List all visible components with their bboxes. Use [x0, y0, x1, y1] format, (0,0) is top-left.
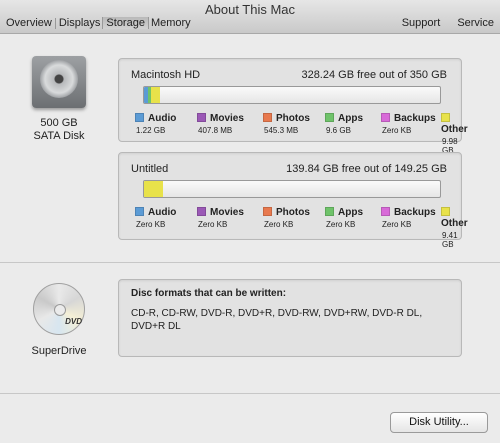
- legend-item-audio: Audio Zero KB: [135, 207, 176, 229]
- legend-size: Zero KB: [264, 220, 294, 229]
- dvd-logo: DVD: [65, 317, 82, 326]
- legend-size: Zero KB: [382, 220, 412, 229]
- legend-swatch: [441, 207, 450, 216]
- legend-label: Other: [441, 218, 468, 229]
- legend-item-audio: Audio 1.22 GB: [135, 113, 176, 135]
- tab-displays[interactable]: Displays: [57, 17, 103, 29]
- legend-label: Audio: [148, 113, 177, 124]
- legend-item-backups: Backups Zero KB: [381, 113, 436, 135]
- legend-size: 545.3 MB: [264, 126, 299, 135]
- storage-bar: [143, 180, 441, 198]
- volume-free-space: 328.24 GB free out of 350 GB: [301, 69, 447, 81]
- disc-formats-title: Disc formats that can be written:: [131, 288, 287, 299]
- superdrive-info: DVD SuperDrive: [24, 283, 94, 358]
- storage-bar: [143, 86, 441, 104]
- legend-label: Apps: [338, 113, 363, 124]
- volume-free-space: 139.84 GB free out of 149.25 GB: [286, 163, 447, 175]
- legend-label: Photos: [276, 207, 310, 218]
- volume-panel-macintosh-hd: Macintosh HD 328.24 GB free out of 350 G…: [118, 58, 468, 155]
- legend-swatch: [381, 207, 390, 216]
- legend-label: Backups: [394, 113, 436, 124]
- legend-label: Movies: [210, 207, 244, 218]
- legend-size: Zero KB: [198, 220, 228, 229]
- legend-swatch: [381, 113, 390, 122]
- disk-size: 500 GB: [40, 117, 78, 129]
- legend-swatch: [263, 207, 272, 216]
- legend-swatch: [441, 113, 450, 122]
- legend-item-backups: Backups Zero KB: [381, 207, 436, 229]
- legend-item-other: Other 9.41 GB: [441, 207, 468, 249]
- legend-label: Apps: [338, 207, 363, 218]
- legend-swatch: [135, 113, 144, 122]
- volume-name: Untitled: [131, 163, 169, 175]
- legend-label: Audio: [148, 207, 177, 218]
- hard-disk-icon: [32, 56, 86, 108]
- dvd-disc-icon: DVD: [33, 283, 85, 335]
- legend-swatch: [263, 113, 272, 122]
- legend-swatch: [325, 207, 334, 216]
- tab-overview[interactable]: Overview: [4, 17, 54, 29]
- legend-item-other: Other 9.98 GB: [441, 113, 468, 155]
- hard-disk-info: 500 GB SATA Disk: [24, 56, 94, 143]
- legend-size: Zero KB: [136, 220, 166, 229]
- section-divider: [0, 262, 500, 263]
- legend-size: 1.22 GB: [136, 126, 166, 135]
- legend-swatch: [135, 207, 144, 216]
- bar-segment-other: [151, 87, 160, 103]
- legend-swatch: [197, 113, 206, 122]
- legend-label: Backups: [394, 207, 436, 218]
- legend-item-photos: Photos Zero KB: [263, 207, 310, 229]
- tab-bar: Overview Displays Storage Memory: [4, 17, 193, 29]
- legend-item-photos: Photos 545.3 MB: [263, 113, 310, 135]
- footer-divider: [0, 393, 500, 394]
- volume-name: Macintosh HD: [131, 69, 201, 81]
- toolbar-links: Support Service: [388, 17, 494, 29]
- disc-formats-list: CD-R, CD-RW, DVD-R, DVD+R, DVD-RW, DVD+R…: [131, 308, 423, 332]
- legend-item-apps: Apps Zero KB: [325, 207, 363, 229]
- tab-divider: [54, 17, 56, 29]
- disc-formats-panel: Disc formats that can be written: CD-R, …: [118, 279, 462, 357]
- tab-memory[interactable]: Memory: [149, 17, 193, 29]
- legend-item-movies: Movies Zero KB: [197, 207, 244, 229]
- window-title: About This Mac: [204, 2, 296, 17]
- legend-swatch: [325, 113, 334, 122]
- legend-size: 9.41 GB: [442, 231, 458, 249]
- legend-size: Zero KB: [326, 220, 356, 229]
- legend-label: Movies: [210, 113, 244, 124]
- support-link[interactable]: Support: [402, 17, 441, 29]
- legend-size: 407.8 MB: [198, 126, 233, 135]
- bar-segment-other: [144, 181, 163, 197]
- legend-label: Other: [441, 124, 468, 135]
- disk-type: SATA Disk: [33, 130, 85, 142]
- tab-storage[interactable]: Storage: [102, 17, 149, 29]
- legend-swatch: [197, 207, 206, 216]
- legend-size: 9.6 GB: [326, 126, 351, 135]
- disk-utility-button[interactable]: Disk Utility...: [390, 412, 488, 433]
- volume-panel-untitled: Untitled 139.84 GB free out of 149.25 GB…: [118, 152, 468, 249]
- legend-label: Photos: [276, 113, 310, 124]
- window-toolbar: About This Mac Overview Displays Storage Me…: [0, 0, 500, 34]
- superdrive-label: SuperDrive: [31, 345, 87, 357]
- legend-item-movies: Movies 407.8 MB: [197, 113, 244, 135]
- legend-size: Zero KB: [382, 126, 412, 135]
- service-link[interactable]: Service: [457, 17, 494, 29]
- legend-item-apps: Apps 9.6 GB: [325, 113, 363, 135]
